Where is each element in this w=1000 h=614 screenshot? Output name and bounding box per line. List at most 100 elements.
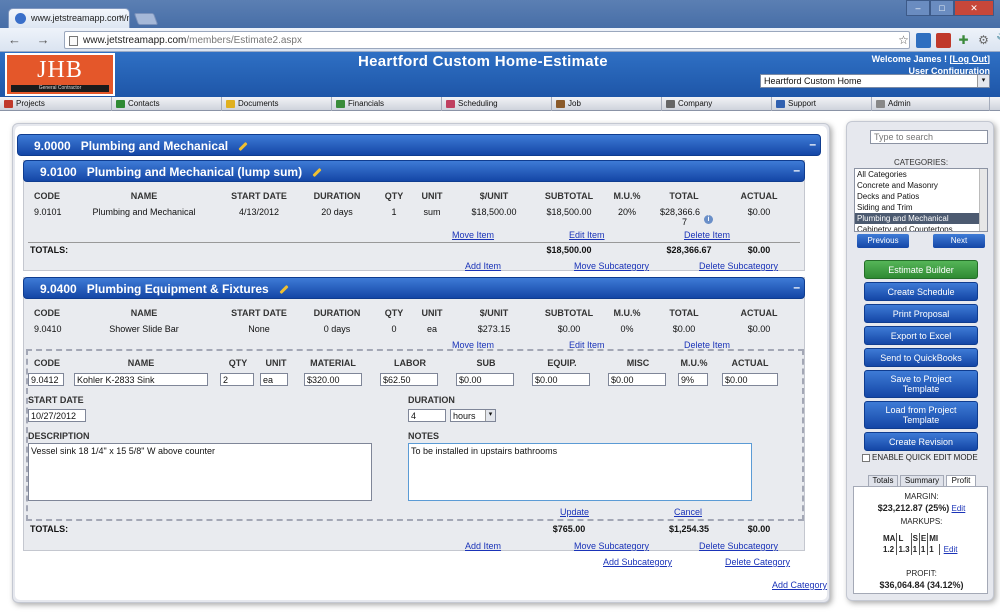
minimize-button[interactable]: –: [906, 0, 930, 16]
estimate-builderbutton[interactable]: Estimate Builder: [864, 260, 978, 279]
tab-summary[interactable]: Summary: [900, 475, 944, 486]
labor-input[interactable]: $62.50: [380, 373, 438, 386]
markups-edit-link[interactable]: Edit: [944, 545, 958, 554]
description-textarea[interactable]: Vessel sink 18 1/4" x 15 5/8" W above co…: [28, 443, 372, 501]
side-panel: Type to search CATEGORIES: All Categorie…: [846, 121, 994, 601]
duration-input[interactable]: 4: [408, 409, 446, 422]
add-item-link[interactable]: Add Item: [465, 541, 501, 551]
category-option[interactable]: Cabinetry and Countertops: [855, 224, 987, 231]
subcategory-header[interactable]: 9.0400 Plumbing Equipment & Fixtures –: [23, 277, 805, 299]
previous-button[interactable]: Previous: [857, 234, 909, 248]
address-bar[interactable]: www.jetstreamapp.com/members/Estimate2.a…: [64, 31, 910, 49]
category-option[interactable]: Siding and Trim: [855, 202, 987, 213]
menu-item-job[interactable]: Job: [552, 97, 662, 111]
collapse-icon[interactable]: –: [793, 280, 800, 294]
menu-item-scheduling[interactable]: Scheduling: [442, 97, 552, 111]
menu-item-projects[interactable]: Projects: [0, 97, 112, 111]
menu-item-support[interactable]: Support: [772, 97, 872, 111]
chevron-down-icon[interactable]: ▾: [485, 410, 495, 421]
markup-input[interactable]: 9%: [678, 373, 708, 386]
puzzle-icon[interactable]: ✚: [956, 33, 971, 48]
markups-table: MA L S E MI 1.2 1.3 1 1 1 Edit: [882, 533, 958, 555]
create-schedulebutton[interactable]: Create Schedule: [864, 282, 978, 301]
move-subcategory-link[interactable]: Move Subcategory: [574, 261, 649, 271]
move-subcategory-link[interactable]: Move Subcategory: [574, 541, 649, 551]
sub-input[interactable]: $0.00: [456, 373, 514, 386]
new-tab-button[interactable]: [133, 13, 159, 25]
edit-item-link[interactable]: Edit Item: [569, 230, 605, 240]
flash-icon[interactable]: [936, 33, 951, 48]
duration-unit-select[interactable]: hours ▾: [450, 409, 496, 422]
export-to-excelbutton[interactable]: Export to Excel: [864, 326, 978, 345]
wrench-icon[interactable]: 🔧: [996, 33, 1000, 48]
qty-input[interactable]: 2: [220, 373, 254, 386]
add-subcategory-link[interactable]: Add Subcategory: [603, 557, 672, 567]
send-to-quickbooksbutton[interactable]: Send to QuickBooks: [864, 348, 978, 367]
equip-input[interactable]: $0.00: [532, 373, 590, 386]
move-item-link[interactable]: Move Item: [452, 230, 494, 240]
code-input[interactable]: 9.0412: [28, 373, 64, 386]
menu-item-company[interactable]: Company: [662, 97, 772, 111]
delete-subcategory-link[interactable]: Delete Subcategory: [699, 541, 778, 551]
pencil-icon[interactable]: [238, 142, 248, 152]
category-option[interactable]: Decks and Patios: [855, 191, 987, 202]
box-icon[interactable]: [916, 33, 931, 48]
add-item-link[interactable]: Add Item: [465, 261, 501, 271]
subcategory-name: Plumbing and Mechanical (lump sum): [86, 165, 303, 179]
subcategory-header[interactable]: 9.0100 Plumbing and Mechanical (lump sum…: [23, 160, 805, 182]
load-from-project-templatebutton[interactable]: Load from Project Template: [864, 401, 978, 429]
company-icon: [666, 100, 675, 108]
actual-input[interactable]: $0.00: [722, 373, 778, 386]
material-input[interactable]: $320.00: [304, 373, 362, 386]
margin-edit-link[interactable]: Edit: [952, 504, 966, 513]
menu-item-financials[interactable]: Financials: [332, 97, 442, 111]
project-select[interactable]: Heartford Custom Home ▾: [760, 74, 990, 88]
quick-edit-toggle[interactable]: ENABLE QUICK EDIT MODE: [862, 453, 978, 462]
category-option[interactable]: Concrete and Masonry: [855, 180, 987, 191]
collapse-icon[interactable]: –: [793, 163, 800, 177]
categories-list[interactable]: All Categories Concrete and Masonry Decks …: [854, 168, 988, 232]
update-link[interactable]: Update: [560, 507, 589, 517]
tab-profit[interactable]: Profit: [946, 475, 976, 486]
gear-icon[interactable]: ⚙: [976, 33, 991, 48]
delete-subcategory-link[interactable]: Delete Subcategory: [699, 261, 778, 271]
star-icon[interactable]: ☆: [896, 33, 911, 48]
name-input[interactable]: Kohler K-2833 Sink: [74, 373, 208, 386]
quick-edit-checkbox[interactable]: [862, 453, 870, 462]
pencil-icon[interactable]: [279, 285, 289, 295]
category-option[interactable]: All Categories: [855, 169, 987, 180]
item-total: $0.00: [672, 324, 696, 334]
search-input[interactable]: Type to search: [870, 130, 988, 144]
col-name: NAME: [130, 191, 158, 201]
delete-category-link[interactable]: Delete Category: [725, 557, 790, 567]
logout-link[interactable]: Log Out: [953, 54, 988, 64]
add-category-link[interactable]: Add Category: [772, 580, 827, 590]
menu-item-admin[interactable]: Admin: [872, 97, 990, 111]
close-window-button[interactable]: ✕: [954, 0, 994, 16]
item-qty: 0: [391, 324, 397, 334]
tab-totals[interactable]: Totals: [868, 475, 898, 486]
scrollbar[interactable]: [979, 169, 987, 231]
chevron-down-icon[interactable]: ▾: [977, 75, 989, 87]
next-button[interactable]: Next: [933, 234, 985, 248]
browser-tab[interactable]: www.jetstreamapp.com/m ×: [8, 8, 130, 28]
category-option[interactable]: Plumbing and Mechanical: [855, 213, 987, 224]
delete-item-link[interactable]: Delete Item: [684, 230, 730, 240]
category-header[interactable]: 9.0000 Plumbing and Mechanical –: [17, 134, 821, 156]
tab-close-icon[interactable]: ×: [119, 12, 124, 22]
pencil-icon[interactable]: [312, 168, 322, 178]
notes-textarea[interactable]: To be installed in upstairs bathrooms: [408, 443, 752, 501]
create-revisionbutton[interactable]: Create Revision: [864, 432, 978, 451]
maximize-button[interactable]: □: [930, 0, 954, 16]
menu-item-contacts[interactable]: Contacts: [112, 97, 222, 111]
print-proposalbutton[interactable]: Print Proposal: [864, 304, 978, 323]
cancel-link[interactable]: Cancel: [674, 507, 702, 517]
start-date-input[interactable]: 10/27/2012: [28, 409, 86, 422]
url-host: www.jetstreamapp.com: [83, 35, 187, 46]
unit-input[interactable]: ea: [260, 373, 288, 386]
save-to-project-templatebutton[interactable]: Save to Project Template: [864, 370, 978, 398]
misc-input[interactable]: $0.00: [608, 373, 666, 386]
info-icon[interactable]: i: [704, 213, 713, 224]
menu-item-documents[interactable]: Documents: [222, 97, 332, 111]
collapse-icon[interactable]: –: [809, 137, 816, 151]
